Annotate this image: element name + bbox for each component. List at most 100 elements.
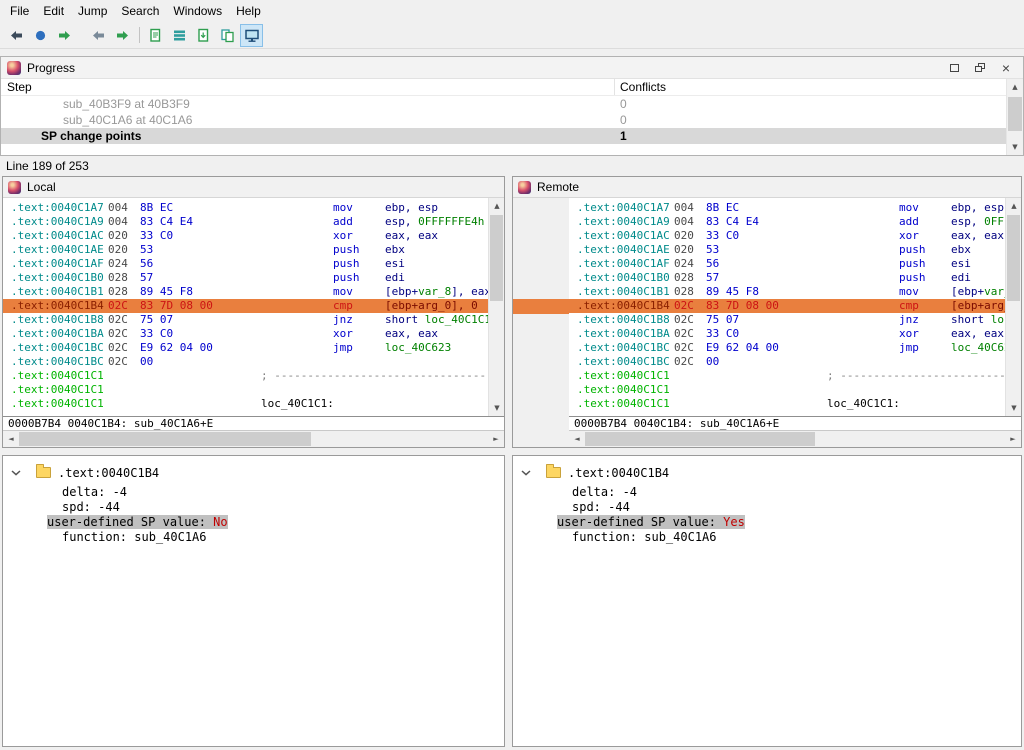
- disassembly-line[interactable]: .text:0040C1AC02033 C0xoreax, eax: [3, 229, 488, 243]
- disassembly-line[interactable]: .text:0040C1AE02053pushebx: [3, 243, 488, 257]
- disassembly-line[interactable]: .text:0040C1A70048B ECmovebp, esp: [569, 201, 1005, 215]
- disassembly-line[interactable]: .text:0040C1A900483 C4 E4addesp, 0FFFFFF…: [3, 215, 488, 229]
- disassembly-line[interactable]: .text:0040C1C1: [569, 383, 1005, 397]
- scroll-left-button[interactable]: ◄: [3, 431, 19, 447]
- operands-cell: loc_40C623: [385, 341, 451, 354]
- sp-cell: 02C: [674, 327, 706, 341]
- disassembly-line[interactable]: .text:0040C1B002857pushedi: [569, 271, 1005, 285]
- disassembly-line[interactable]: .text:0040C1B102889 45 F8mov[ebp+var_8],…: [569, 285, 1005, 299]
- disassembly-line[interactable]: .text:0040C1A70048B ECmovebp, esp: [3, 201, 488, 215]
- disassembly-line[interactable]: .text:0040C1C1; ------------------------…: [569, 369, 1005, 383]
- doc-diff-button[interactable]: [144, 24, 167, 47]
- maximize-button[interactable]: [941, 59, 967, 77]
- chevron-down-icon[interactable]: [521, 470, 533, 476]
- disassembly-line[interactable]: .text:0040C1AE02053pushebx: [569, 243, 1005, 257]
- scroll-thumb[interactable]: [585, 432, 815, 446]
- disassembly-line[interactable]: .text:0040C1BA02C33 C0xoreax, eax: [569, 327, 1005, 341]
- operand-segment: ,: [971, 201, 984, 214]
- vertical-scrollbar[interactable]: ▲ ▼: [1005, 198, 1021, 416]
- remote-pane-titlebar[interactable]: Remote: [513, 177, 1021, 198]
- scroll-thumb[interactable]: [1007, 215, 1020, 301]
- local-pane-titlebar[interactable]: Local: [3, 177, 504, 198]
- sp-cell: 020: [108, 243, 140, 257]
- vertical-scrollbar[interactable]: ▲ ▼: [488, 198, 504, 416]
- address-cell: .text:0040C1C1: [577, 369, 674, 383]
- operand-segment: eax: [471, 285, 488, 298]
- operand-segment: 0FFFFFFE4h: [418, 215, 484, 228]
- nav-current-button[interactable]: [29, 24, 52, 47]
- remote-monitor-button[interactable]: [240, 24, 263, 47]
- diff-change-marker[interactable]: [513, 299, 569, 314]
- diff-gutter: [513, 198, 569, 447]
- operands-cell: esp, 0FFFFFFE4h: [385, 215, 484, 228]
- table-row-selected[interactable]: SP change points 1: [1, 128, 1023, 144]
- scroll-thumb[interactable]: [490, 215, 503, 301]
- nav-forward-button[interactable]: [53, 24, 76, 47]
- disassembly-line[interactable]: .text:0040C1B802C75 07jnzshort loc_40C1C…: [569, 313, 1005, 327]
- float-button[interactable]: [967, 59, 993, 77]
- scroll-right-button[interactable]: ►: [1005, 431, 1021, 447]
- nav-back-button[interactable]: [5, 24, 28, 47]
- disassembly-line[interactable]: .text:0040C1C1loc_40C1C1:: [569, 397, 1005, 411]
- menu-file[interactable]: File: [3, 2, 36, 20]
- disassembly-line-highlighted[interactable]: .text:0040C1B402C83 7D 08 00cmp[ebp+arg_…: [569, 299, 1005, 313]
- scroll-thumb[interactable]: [19, 432, 311, 446]
- disassembly-line[interactable]: .text:0040C1BC02C00: [569, 355, 1005, 369]
- scroll-right-button[interactable]: ►: [488, 431, 504, 447]
- chevron-down-icon[interactable]: [11, 470, 23, 476]
- horizontal-scrollbar[interactable]: ◄ ►: [3, 431, 504, 447]
- remote-disassembly-view: .text:0040C1A70048B ECmovebp, esp.text:0…: [569, 198, 1021, 416]
- close-button[interactable]: ×: [993, 59, 1019, 77]
- disassembly-line[interactable]: .text:0040C1BC02CE9 62 04 00jmploc_40C62…: [3, 341, 488, 355]
- address-cell: .text:0040C1C1: [11, 397, 108, 411]
- progress-scrollbar[interactable]: ▲ ▼: [1006, 79, 1023, 155]
- disassembly-line[interactable]: .text:0040C1BC02C00: [3, 355, 488, 369]
- table-row[interactable]: sub_40C1A6 at 40C1A6 0: [1, 112, 1023, 128]
- disassembly-line-highlighted[interactable]: .text:0040C1B402C83 7D 08 00cmp[ebp+arg_…: [3, 299, 488, 313]
- disassembly-line[interactable]: .text:0040C1B002857pushedi: [3, 271, 488, 285]
- sp-cell: 028: [674, 271, 706, 285]
- disassembly-line[interactable]: .text:0040C1BA02C33 C0xoreax, eax: [3, 327, 488, 341]
- address-cell: .text:0040C1BC: [577, 341, 674, 355]
- scroll-down-button[interactable]: ▼: [1006, 400, 1021, 416]
- scroll-up-button[interactable]: ▲: [489, 198, 504, 214]
- disassembly-line[interactable]: .text:0040C1BC02CE9 62 04 00jmploc_40C62…: [569, 341, 1005, 355]
- menu-windows[interactable]: Windows: [166, 2, 229, 20]
- disassembly-line[interactable]: .text:0040C1B802C75 07jnzshort loc_40C1C…: [3, 313, 488, 327]
- doc-merge-button[interactable]: [216, 24, 239, 47]
- scroll-down-button[interactable]: ▼: [489, 400, 504, 416]
- sp-cell: 02C: [674, 341, 706, 355]
- column-header-step[interactable]: Step: [1, 79, 615, 95]
- disassembly-line[interactable]: .text:0040C1C1loc_40C1C1:: [3, 397, 488, 411]
- sp-cell: 020: [108, 229, 140, 243]
- bytes-cell: 83 7D 08 00: [706, 299, 899, 313]
- disassembly-line[interactable]: .text:0040C1B102889 45 F8mov[ebp+var_8],…: [3, 285, 488, 299]
- disassembly-line[interactable]: .text:0040C1AC02033 C0xoreax, eax: [569, 229, 1005, 243]
- segments-list-button[interactable]: [168, 24, 191, 47]
- disassembly-line[interactable]: .text:0040C1A900483 C4 E4addesp, 0FFFFFF…: [569, 215, 1005, 229]
- sp-value-line[interactable]: user-defined SP value: No: [3, 515, 504, 530]
- scroll-up-button[interactable]: ▲: [1006, 198, 1021, 214]
- disassembly-line[interactable]: .text:0040C1AF02456pushesi: [3, 257, 488, 271]
- address-cell: .text:0040C1C1: [577, 383, 674, 397]
- history-back-button[interactable]: [87, 24, 110, 47]
- progress-titlebar[interactable]: Progress ×: [1, 57, 1023, 79]
- menu-search[interactable]: Search: [114, 2, 166, 20]
- disassembly-line[interactable]: .text:0040C1C1; ------------------------…: [3, 369, 488, 383]
- table-row[interactable]: sub_40B3F9 at 40B3F9 0: [1, 96, 1023, 112]
- scroll-left-button[interactable]: ◄: [569, 431, 585, 447]
- menu-help[interactable]: Help: [229, 2, 268, 20]
- horizontal-scrollbar[interactable]: ◄ ►: [569, 431, 1021, 447]
- disassembly-line[interactable]: .text:0040C1AF02456pushesi: [569, 257, 1005, 271]
- sp-cell: 02C: [108, 355, 140, 369]
- disassembly-line[interactable]: .text:0040C1C1: [3, 383, 488, 397]
- menu-jump[interactable]: Jump: [71, 2, 114, 20]
- column-header-conflicts[interactable]: Conflicts: [615, 79, 1023, 95]
- menu-edit[interactable]: Edit: [36, 2, 71, 20]
- scroll-up-button[interactable]: ▲: [1007, 79, 1023, 95]
- doc-apply-button[interactable]: [192, 24, 215, 47]
- scroll-thumb[interactable]: [1008, 97, 1022, 131]
- sp-value-line[interactable]: user-defined SP value: Yes: [513, 515, 1021, 530]
- scroll-down-button[interactable]: ▼: [1007, 139, 1023, 155]
- history-forward-button[interactable]: [111, 24, 134, 47]
